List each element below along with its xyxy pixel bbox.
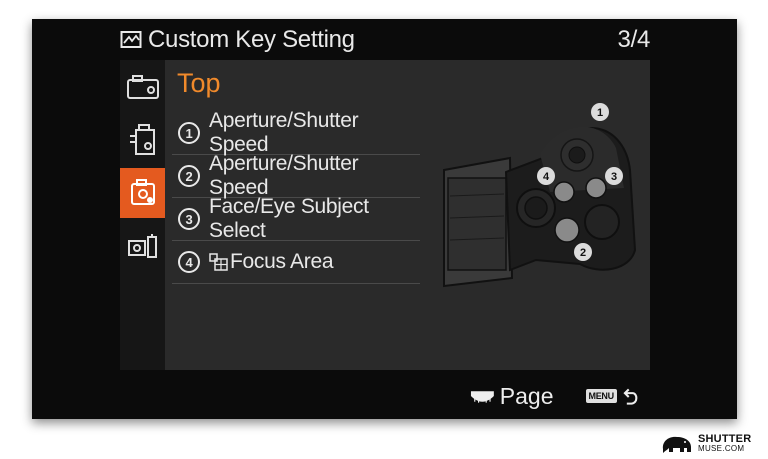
camera1-tab[interactable] bbox=[120, 62, 165, 112]
item-label: Aperture/Shutter Speed bbox=[209, 109, 359, 156]
item-label: Aperture/Shutter Speed bbox=[209, 152, 359, 199]
playback-tab[interactable] bbox=[120, 222, 165, 272]
watermark-text: SHUTTER MUSE.COM bbox=[698, 434, 751, 454]
camera-top-diagram: 1 2 3 4 bbox=[443, 103, 637, 288]
menu-item-1[interactable]: 1 Aperture/Shutter Speed bbox=[172, 109, 420, 156]
custom-key-icon bbox=[120, 31, 142, 48]
page-indicator: 3/4 bbox=[617, 26, 651, 53]
title-group: Custom Key Setting bbox=[120, 26, 355, 54]
header: Custom Key Setting 3/4 bbox=[120, 20, 650, 60]
item-number-badge: 4 bbox=[178, 251, 200, 273]
footer: Page MENU bbox=[470, 380, 640, 412]
callout-4: 4 bbox=[543, 171, 550, 183]
item-number-badge: 3 bbox=[178, 208, 200, 230]
menu-button[interactable]: MENU bbox=[585, 389, 617, 403]
camera2-icon bbox=[129, 124, 155, 155]
tab-column bbox=[120, 60, 165, 370]
menu-item-3[interactable]: 3 Face/Eye Subject Select bbox=[172, 195, 420, 242]
watermark-line2: MUSE.COM bbox=[698, 444, 745, 453]
callout-3: 3 bbox=[611, 171, 617, 183]
elephant-logo-icon bbox=[662, 436, 691, 453]
watermark-line1: SHUTTER bbox=[698, 433, 752, 445]
focus-area-icon bbox=[209, 253, 228, 271]
camera2-tab[interactable] bbox=[120, 115, 165, 165]
menu-item-2[interactable]: 2 Aperture/Shutter Speed bbox=[172, 152, 420, 199]
control-dial-icon bbox=[470, 391, 494, 403]
item-number-badge: 1 bbox=[178, 122, 200, 144]
item-number-badge: 2 bbox=[178, 165, 200, 187]
watermark: SHUTTER MUSE.COM bbox=[660, 432, 768, 456]
custom-key-icon bbox=[130, 179, 155, 205]
custom-tab[interactable] bbox=[120, 168, 165, 218]
page-label[interactable]: Page bbox=[500, 383, 554, 410]
playback-icon bbox=[127, 234, 157, 258]
menu-item-4[interactable]: 4 Focus Area bbox=[172, 241, 420, 284]
item-label-group: Focus Area bbox=[209, 250, 334, 274]
item-label: Face/Eye Subject Select bbox=[209, 195, 369, 242]
section-title: Top bbox=[177, 68, 221, 98]
callout-1: 1 bbox=[597, 107, 603, 119]
item-label: Focus Area bbox=[230, 250, 334, 273]
camera-icon bbox=[126, 75, 159, 99]
page-title: Custom Key Setting bbox=[148, 26, 355, 53]
callout-2: 2 bbox=[580, 247, 586, 259]
back-arrow-icon[interactable] bbox=[623, 386, 640, 406]
